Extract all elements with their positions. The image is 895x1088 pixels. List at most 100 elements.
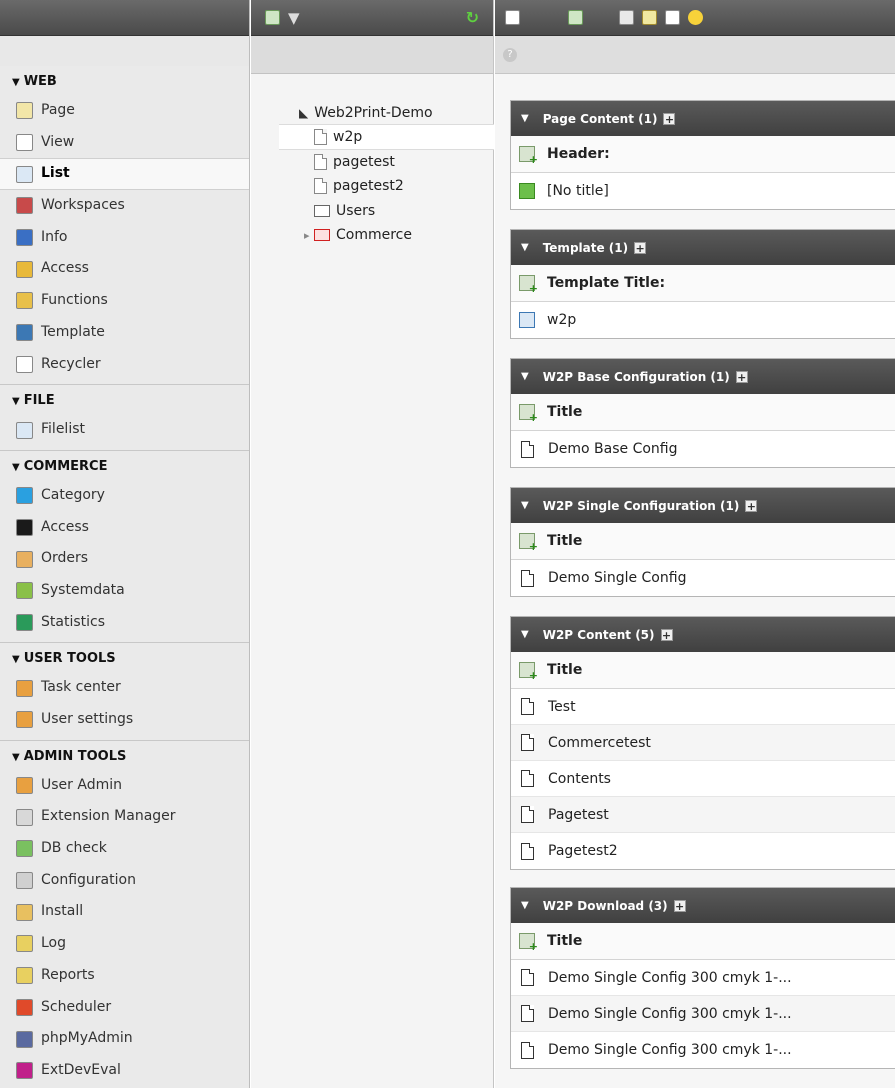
menu-group-header[interactable]: ▼ FILE — [0, 385, 249, 414]
menu-item-user-admin[interactable]: User Admin — [0, 770, 249, 802]
menu-item-reports[interactable]: Reports — [0, 960, 249, 992]
table-row[interactable]: Demo Single Config 300 cmyk 1-... — [511, 996, 895, 1032]
expand-table-icon[interactable]: + — [660, 628, 673, 641]
column-header-row: Title — [511, 394, 895, 431]
menu-group-commerce: ▼ COMMERCE Category Access Orders Systemdata S… — [0, 451, 249, 644]
table-row[interactable]: [No title] — [511, 173, 895, 209]
expand-table-icon[interactable]: + — [735, 370, 748, 383]
menu-item-log[interactable]: Log — [0, 928, 249, 960]
table-header[interactable]: ▼ Page Content (1) + — [511, 101, 895, 136]
menu-item-phpmyadmin[interactable]: phpMyAdmin — [0, 1023, 249, 1055]
new-record-icon[interactable] — [519, 146, 538, 166]
menu-item-functions[interactable]: Functions — [0, 285, 249, 317]
table-row[interactable]: Demo Single Config 300 cmyk 1-... — [511, 1032, 895, 1068]
menu-item-workspaces[interactable]: Workspaces — [0, 190, 249, 222]
menu-group-header[interactable]: ▼ USER TOOLS — [0, 643, 249, 672]
move-page-icon[interactable] — [665, 10, 680, 25]
table-row[interactable]: Demo Base Config — [511, 431, 895, 467]
table-row[interactable]: Pagetest2 — [511, 833, 895, 869]
collapse-triangle-icon: ▼ — [12, 654, 20, 666]
menu-item-recycler[interactable]: Recycler — [0, 349, 249, 381]
menu-item-db-check[interactable]: DB check — [0, 833, 249, 865]
table-header[interactable]: ▼ W2P Single Configuration (1) + — [511, 488, 895, 523]
new-record-icon[interactable] — [519, 404, 538, 424]
new-record-icon[interactable] — [519, 275, 538, 295]
tree-node-users[interactable]: Users — [314, 198, 375, 224]
table-row[interactable]: w2p — [511, 302, 895, 338]
menu-item-page[interactable]: Page — [0, 95, 249, 127]
table-row[interactable]: Demo Single Config — [511, 560, 895, 596]
table-header[interactable]: ▼ W2P Download (3) + — [511, 888, 895, 923]
menu-item-statistics[interactable]: Statistics — [0, 607, 249, 639]
table-row[interactable]: Pagetest — [511, 797, 895, 833]
collapse-triangle-icon[interactable]: ▼ — [521, 242, 529, 253]
collapse-triangle-icon[interactable]: ▼ — [521, 629, 529, 640]
globe-icon: ◣ — [299, 106, 309, 120]
menu-group-header[interactable]: ▼ WEB — [0, 66, 249, 95]
menu-item-orders[interactable]: Orders — [0, 543, 249, 575]
collapse-triangle-icon[interactable]: ▼ — [521, 900, 529, 911]
new-record-icon[interactable] — [519, 533, 538, 553]
collapse-triangle-icon[interactable]: ▼ — [521, 500, 529, 511]
new-record-icon[interactable] — [568, 10, 583, 25]
menu-item-configuration[interactable]: Configuration — [0, 865, 249, 897]
expand-table-icon[interactable]: + — [663, 112, 676, 125]
document-icon — [521, 969, 534, 986]
new-record-icon[interactable] — [519, 933, 538, 953]
view-page-icon[interactable] — [619, 10, 634, 25]
table-header[interactable]: ▼ W2P Base Configuration (1) + — [511, 359, 895, 394]
new-page-icon[interactable] — [265, 10, 280, 25]
table-header[interactable]: ▼ W2P Content (5) + — [511, 617, 895, 652]
edit-page-icon[interactable] — [642, 10, 657, 25]
menu-item-list[interactable]: List — [0, 158, 249, 191]
menu-item-filelist[interactable]: Filelist — [0, 414, 249, 446]
menu-item-access[interactable]: Access — [0, 512, 249, 544]
menu-item-extdeveval[interactable]: ExtDevEval — [0, 1055, 249, 1087]
menu-item-view[interactable]: View — [0, 127, 249, 159]
menu-group-title: ADMIN TOOLS — [23, 748, 127, 764]
row-title: Test — [548, 698, 576, 715]
collapse-triangle-icon[interactable]: ▼ — [521, 371, 529, 382]
collapse-triangle-icon[interactable]: ▼ — [521, 113, 529, 124]
new-record-icon[interactable] — [519, 662, 538, 682]
menu-item-user-settings[interactable]: User settings — [0, 704, 249, 736]
tree-node-pagetest2[interactable]: pagetest2 — [314, 173, 404, 199]
tree-node-commerce[interactable]: ▸ Commerce — [304, 222, 412, 248]
menu-group-header[interactable]: ▼ ADMIN TOOLS — [0, 741, 249, 770]
menu-item-scheduler[interactable]: Scheduler — [0, 992, 249, 1024]
refresh-icon[interactable]: ↻ — [466, 8, 479, 27]
table-header[interactable]: ▼ Template (1) + — [511, 230, 895, 265]
table-row[interactable]: Test — [511, 689, 895, 725]
wand-icon — [16, 292, 33, 310]
tree-node-w2p[interactable]: w2p — [279, 124, 494, 150]
expand-arrow-icon[interactable]: ▸ — [304, 229, 310, 242]
filter-icon[interactable]: ▼ — [288, 9, 300, 27]
menu-item-task-center[interactable]: Task center — [0, 672, 249, 704]
menu-item-access[interactable]: Access — [0, 253, 249, 285]
module-menu: ▼ WEB Page View List Workspaces Info Access Func… — [0, 0, 250, 1088]
menu-item-systemdata[interactable]: Systemdata — [0, 575, 249, 607]
table-title: W2P Content (5) — [542, 627, 655, 642]
menu-item-extension-manager[interactable]: Extension Manager — [0, 801, 249, 833]
tree-toolbar: ▼ ↻ — [251, 0, 493, 36]
menu-item-install[interactable]: Install — [0, 896, 249, 928]
tree-node-pagetest[interactable]: pagetest — [314, 149, 395, 175]
tree-root[interactable]: ◣ Web2Print-Demo — [299, 100, 433, 126]
menu-item-info[interactable]: Info — [0, 222, 249, 254]
row-title: Commercetest — [548, 734, 651, 751]
table-row[interactable]: Demo Single Config 300 cmyk 1-... — [511, 960, 895, 996]
menu-group-header[interactable]: ▼ COMMERCE — [0, 451, 249, 480]
menu-item-category[interactable]: Category — [0, 480, 249, 512]
expand-table-icon[interactable]: + — [634, 241, 647, 254]
expand-table-icon[interactable]: + — [745, 499, 758, 512]
help-icon[interactable]: ? — [503, 47, 517, 62]
table-title: Page Content (1) — [542, 111, 658, 126]
hint-lightbulb-icon[interactable] — [688, 10, 703, 25]
table-row[interactable]: Contents — [511, 761, 895, 797]
up-level-icon[interactable] — [505, 10, 520, 25]
document-icon — [521, 842, 534, 860]
menu-item-template[interactable]: Template — [0, 317, 249, 349]
table-row[interactable]: Commercetest — [511, 725, 895, 761]
record-table: ▼ W2P Base Configuration (1) + Title Demo Ba… — [510, 358, 895, 468]
expand-table-icon[interactable]: + — [673, 899, 686, 912]
